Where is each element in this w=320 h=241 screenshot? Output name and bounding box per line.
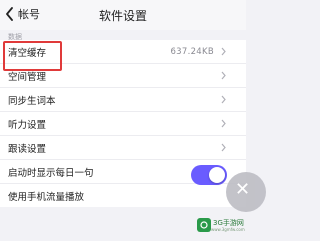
chevron-left-icon [6,7,13,21]
row-follow-read-settings[interactable]: 跟读设置 [0,136,246,160]
row-sync-vocabulary[interactable]: 同步生词本 [0,88,246,112]
cache-size-value: 637.24KB [170,46,214,57]
chevron-right-icon [221,47,226,56]
watermark: 3G手游网 www.3gmfw.com [197,214,245,236]
row-space-management[interactable]: 空间管理 [0,64,246,88]
row-label-mobile-data-playback: 使用手机流量播放 [8,191,85,203]
row-label-clear-cache: 清空缓存 [8,47,47,59]
back-label: 帐号 [18,8,40,21]
row-label-sync-vocabulary: 同步生词本 [8,95,56,107]
settings-list: 清空缓存 637.24KB 空间管理 同步生词本 听力设置 跟读设置 启动时显示… [0,40,246,207]
row-clear-cache[interactable]: 清空缓存 637.24KB [0,40,246,64]
nav-bar: 帐号 软件设置 [0,0,246,30]
watermark-text: 3G手游网 [213,218,244,227]
daily-sentence-toggle[interactable] [191,165,227,185]
row-label-listening-settings: 听力设置 [8,119,47,131]
row-listening-settings[interactable]: 听力设置 [0,112,246,136]
toggle-knob [209,167,225,183]
floating-close-button[interactable]: ✕ [226,172,266,212]
row-daily-sentence: 启动时显示每日一句 [0,160,246,185]
chevron-right-icon [221,95,226,104]
watermark-subtext: www.3gmfw.com [211,226,245,232]
chevron-right-icon [221,71,226,80]
chevron-right-icon [221,143,226,152]
row-mobile-data-playback[interactable]: 使用手机流量播放 [0,184,246,207]
back-button[interactable]: 帐号 [5,5,40,23]
close-icon: ✕ [235,179,251,200]
chevron-right-icon [221,119,226,128]
watermark-logo-icon [197,218,211,232]
row-label-daily-sentence: 启动时显示每日一句 [8,167,94,179]
row-label-follow-read-settings: 跟读设置 [8,143,47,155]
row-label-space-management: 空间管理 [8,71,47,83]
